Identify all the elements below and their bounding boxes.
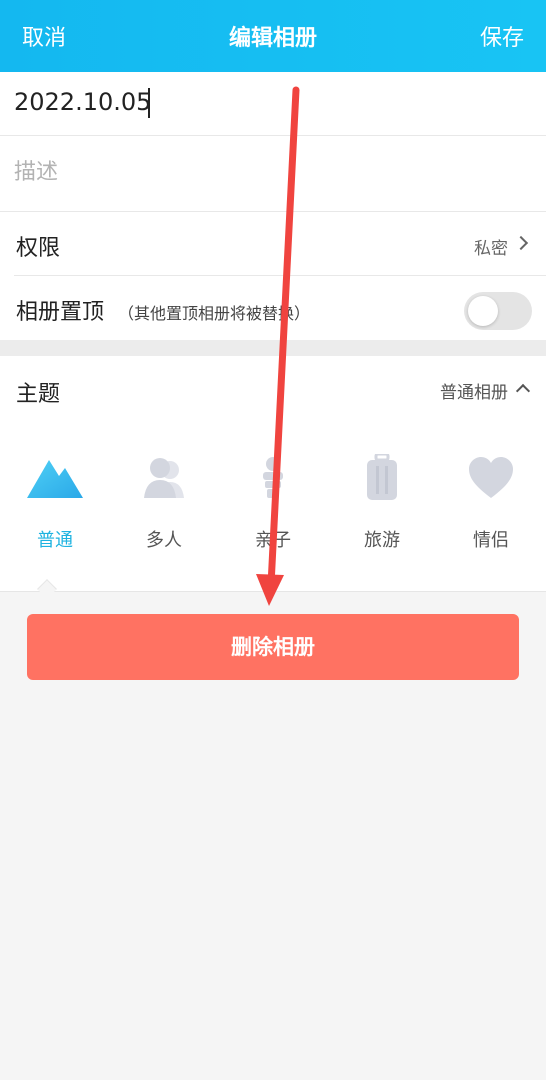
theme-option-label: 情侣 xyxy=(473,530,509,551)
section-divider xyxy=(0,340,546,356)
theme-option-label: 旅游 xyxy=(364,530,400,551)
pin-album-hint: （其他置顶相册将被替换） xyxy=(118,304,311,323)
theme-section: 主题 普通相册 普通 多人 亲子 旅游 情侣 xyxy=(0,356,546,599)
heart-icon xyxy=(469,457,513,498)
chevron-right-icon xyxy=(513,235,529,251)
theme-selected-value[interactable]: 普通相册 xyxy=(440,378,508,403)
description-row xyxy=(0,136,546,212)
mountain-icon xyxy=(27,460,83,498)
family-icon xyxy=(263,457,283,498)
save-button[interactable]: 保存 xyxy=(480,20,524,52)
permission-label: 权限 xyxy=(16,236,61,261)
top-bar: 取消 编辑相册 保存 xyxy=(0,0,546,72)
permission-value: 私密 xyxy=(474,239,508,259)
album-form: 权限 私密 相册置顶 （其他置顶相册将被替换） xyxy=(0,72,546,340)
theme-label: 主题 xyxy=(16,382,61,407)
theme-option-label: 普通 xyxy=(37,530,73,551)
album-name-row xyxy=(0,72,546,136)
theme-option-family[interactable]: 亲子 xyxy=(218,454,328,564)
delete-album-button[interactable]: 删除相册 xyxy=(27,614,519,680)
pin-album-toggle[interactable] xyxy=(464,292,532,330)
theme-option-normal[interactable]: 普通 xyxy=(0,454,110,564)
toggle-knob xyxy=(468,296,498,326)
description-input[interactable] xyxy=(14,160,514,185)
theme-option-label: 亲子 xyxy=(255,530,291,551)
album-name-input[interactable] xyxy=(14,88,514,116)
pin-album-label: 相册置顶 xyxy=(16,300,105,325)
chevron-up-icon[interactable] xyxy=(515,383,531,399)
selection-pointer xyxy=(37,579,57,599)
theme-option-label: 多人 xyxy=(146,530,182,551)
theme-option-travel[interactable]: 旅游 xyxy=(327,454,437,564)
permission-row[interactable]: 权限 私密 xyxy=(14,212,546,276)
people-icon xyxy=(144,458,184,498)
page-title: 编辑相册 xyxy=(228,26,317,51)
theme-option-couple[interactable]: 情侣 xyxy=(436,454,546,564)
theme-option-group[interactable]: 多人 xyxy=(109,454,219,564)
luggage-icon xyxy=(367,454,397,500)
pin-album-row: 相册置顶 （其他置顶相册将被替换） xyxy=(14,276,546,340)
text-caret xyxy=(148,88,150,118)
